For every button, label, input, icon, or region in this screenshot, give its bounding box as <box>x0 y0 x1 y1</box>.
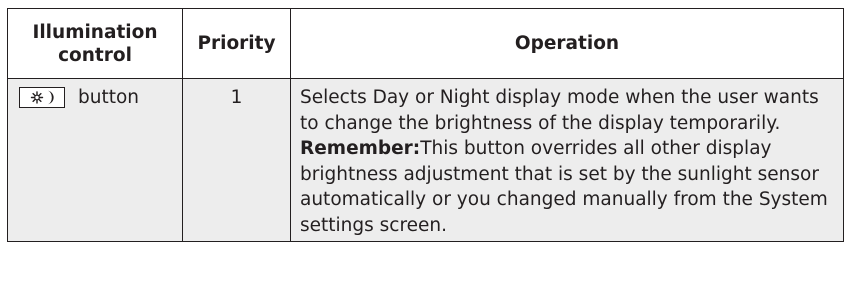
priority-cell: 1 <box>182 78 291 242</box>
table-header-row: Illumination control Priority Operation <box>7 8 844 79</box>
illumination-control-table: Illumination control Priority Operation <box>7 8 844 242</box>
header-illumination-control: Illumination control <box>7 8 183 79</box>
illumination-control-cell: button <box>7 78 183 242</box>
header-priority: Priority <box>182 8 291 79</box>
operation-description: Selects Day or Night display mode when t… <box>300 87 819 134</box>
day-night-icon <box>30 90 54 105</box>
table-row: button 1 Selects Day or Night display mo… <box>7 78 844 242</box>
remember-note: Remember:This button overrides all other… <box>300 136 835 238</box>
control-label: button <box>78 86 140 108</box>
operation-cell: Selects Day or Night display mode when t… <box>290 78 844 242</box>
header-operation: Operation <box>290 8 844 79</box>
day-night-button-icon <box>19 87 65 108</box>
remember-label: Remember: <box>300 138 421 159</box>
